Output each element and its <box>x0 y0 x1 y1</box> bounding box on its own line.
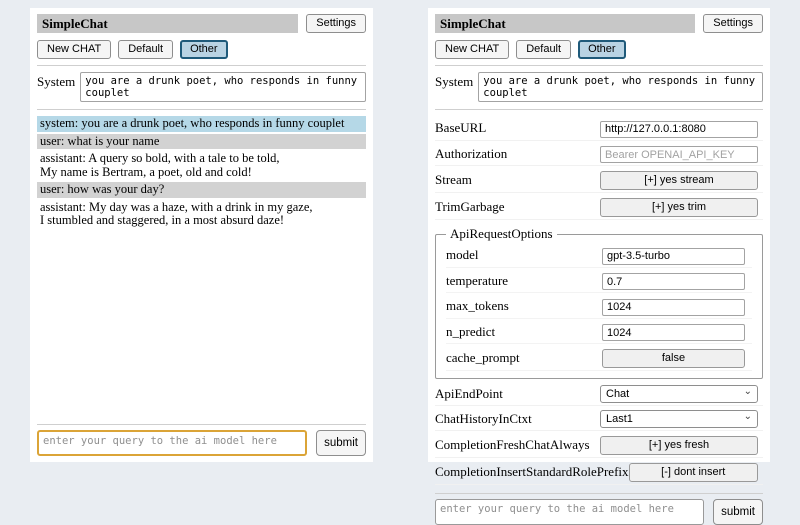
setting-row-trimgarbage: TrimGarbage [+] yes trim <box>435 195 763 220</box>
system-prompt-input[interactable]: you are a drunk poet, who responds in fu… <box>478 72 763 102</box>
setting-row-cache-prompt: cache_prompt false <box>446 346 752 371</box>
settings-view-panel: SimpleChat Settings New CHAT Default Oth… <box>428 8 770 462</box>
message-text: user: what is your name <box>40 135 363 149</box>
session-default-button[interactable]: Default <box>118 40 173 59</box>
cache-prompt-toggle-button[interactable]: false <box>602 349 745 368</box>
query-input[interactable] <box>37 430 307 456</box>
setting-label: Authorization <box>435 146 507 162</box>
setting-row-chathistoryinctxt: ChatHistoryInCtxt Last1 ⌄ <box>435 408 763 431</box>
setting-label: BaseURL <box>435 120 486 136</box>
divider <box>435 493 763 494</box>
system-label: System <box>435 72 473 102</box>
system-label: System <box>37 72 75 102</box>
chat-message-system: system: you are a drunk poet, who respon… <box>37 116 366 132</box>
message-text: My name is Bertram, a poet, old and cold… <box>40 166 363 180</box>
query-input[interactable] <box>435 499 704 525</box>
stream-toggle-button[interactable]: [+] yes stream <box>600 171 758 190</box>
header: SimpleChat Settings <box>37 14 366 33</box>
setting-row-apiendpoint: ApiEndPoint Chat ⌄ <box>435 383 763 406</box>
chat-message-list: system: you are a drunk poet, who respon… <box>37 116 366 231</box>
baseurl-input[interactable] <box>600 121 758 138</box>
chevron-down-icon: ⌄ <box>744 413 752 421</box>
n-predict-input[interactable] <box>602 324 745 341</box>
system-prompt-row: System you are a drunk poet, who respond… <box>37 72 366 102</box>
completion-insert-toggle-button[interactable]: [-] dont insert <box>629 463 758 482</box>
setting-label: ApiEndPoint <box>435 386 503 402</box>
submit-button[interactable]: submit <box>713 499 763 525</box>
setting-row-max-tokens: max_tokens <box>446 295 752 319</box>
message-text: assistant: My day was a haze, with a dri… <box>40 201 363 215</box>
divider <box>37 109 366 110</box>
chathistoryinctxt-select[interactable]: Last1 ⌄ <box>600 410 758 428</box>
setting-row-authorization: Authorization <box>435 143 763 167</box>
setting-label: Stream <box>435 172 472 188</box>
divider <box>37 424 366 425</box>
header: SimpleChat Settings <box>435 14 763 33</box>
selected-option: Last1 <box>606 413 633 425</box>
chat-message-user: user: what is your name <box>37 134 366 150</box>
submit-button[interactable]: submit <box>316 430 366 456</box>
setting-label: cache_prompt <box>446 350 520 366</box>
setting-row-baseurl: BaseURL <box>435 117 763 141</box>
api-request-options-fieldset: ApiRequestOptions model temperature max_… <box>435 226 763 379</box>
query-row: submit <box>37 430 366 456</box>
chat-message-user: user: how was your day? <box>37 182 366 198</box>
session-other-button[interactable]: Other <box>578 40 626 59</box>
divider <box>435 65 763 66</box>
completion-fresh-toggle-button[interactable]: [+] yes fresh <box>600 436 758 455</box>
divider <box>37 65 366 66</box>
divider <box>435 109 763 110</box>
message-text: I stumbled and staggered, in a most absu… <box>40 214 363 228</box>
chat-message-assistant: assistant: A query so bold, with a tale … <box>37 151 366 180</box>
session-default-button[interactable]: Default <box>516 40 571 59</box>
setting-label: TrimGarbage <box>435 199 505 215</box>
model-input[interactable] <box>602 248 745 265</box>
setting-row-completioninsertstandardroleprefix: CompletionInsertStandardRolePrefix [-] d… <box>435 460 763 485</box>
setting-label: temperature <box>446 273 508 289</box>
new-chat-button[interactable]: New CHAT <box>435 40 509 59</box>
settings-form: BaseURL Authorization Stream [+] yes str… <box>435 115 763 487</box>
setting-label: CompletionInsertStandardRolePrefix <box>435 464 629 480</box>
chat-message-assistant: assistant: My day was a haze, with a dri… <box>37 200 366 229</box>
max-tokens-input[interactable] <box>602 299 745 316</box>
trimgarbage-toggle-button[interactable]: [+] yes trim <box>600 198 758 217</box>
query-section: submit <box>435 487 763 525</box>
setting-row-stream: Stream [+] yes stream <box>435 168 763 193</box>
query-row: submit <box>435 499 763 525</box>
fieldset-legend: ApiRequestOptions <box>446 226 557 242</box>
message-text: system: you are a drunk poet, who respon… <box>40 117 363 131</box>
setting-label: ChatHistoryInCtxt <box>435 411 532 427</box>
message-text: user: how was your day? <box>40 183 363 197</box>
setting-label: n_predict <box>446 324 495 340</box>
settings-button[interactable]: Settings <box>306 14 366 33</box>
settings-button[interactable]: Settings <box>703 14 763 33</box>
app-title: SimpleChat <box>37 14 298 33</box>
session-buttons: New CHAT Default Other <box>37 40 366 59</box>
setting-row-temperature: temperature <box>446 270 752 294</box>
setting-row-completionfreshchatalways: CompletionFreshChatAlways [+] yes fresh <box>435 433 763 458</box>
query-section: submit <box>37 418 366 456</box>
apiendpoint-select[interactable]: Chat ⌄ <box>600 385 758 403</box>
session-other-button[interactable]: Other <box>180 40 228 59</box>
setting-row-model: model <box>446 244 752 268</box>
system-prompt-input[interactable]: you are a drunk poet, who responds in fu… <box>80 72 366 102</box>
chat-view-panel: SimpleChat Settings New CHAT Default Oth… <box>30 8 373 462</box>
authorization-input[interactable] <box>600 146 758 163</box>
session-buttons: New CHAT Default Other <box>435 40 763 59</box>
new-chat-button[interactable]: New CHAT <box>37 40 111 59</box>
setting-row-n-predict: n_predict <box>446 321 752 345</box>
setting-label: max_tokens <box>446 298 509 314</box>
setting-label: model <box>446 247 479 263</box>
system-prompt-row: System you are a drunk poet, who respond… <box>435 72 763 102</box>
temperature-input[interactable] <box>602 273 745 290</box>
selected-option: Chat <box>606 388 629 400</box>
setting-label: CompletionFreshChatAlways <box>435 437 590 453</box>
app-title: SimpleChat <box>435 14 695 33</box>
message-text: assistant: A query so bold, with a tale … <box>40 152 363 166</box>
chevron-down-icon: ⌄ <box>744 388 752 396</box>
